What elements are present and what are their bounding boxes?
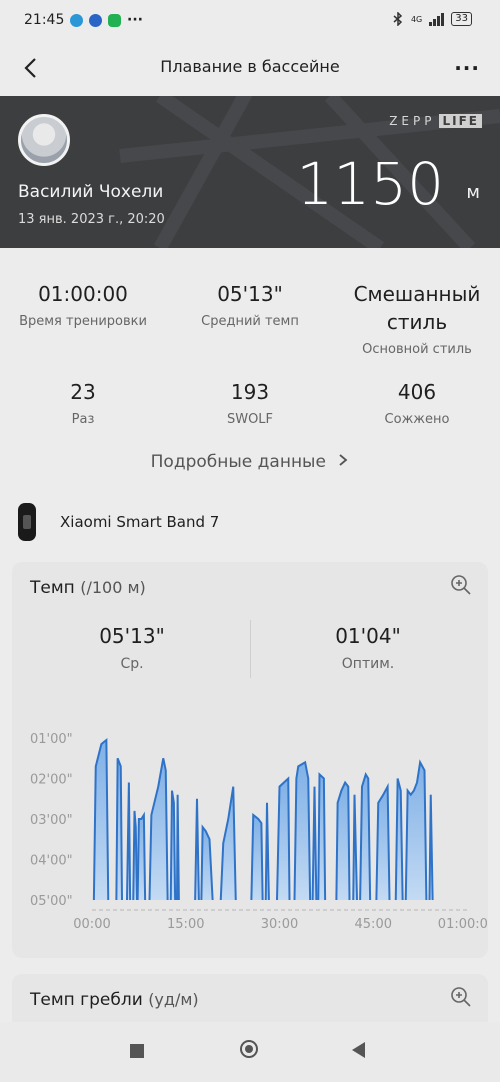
avatar[interactable] xyxy=(18,114,70,166)
smart-band-icon xyxy=(18,503,36,541)
stat-value-line1: Смешанный xyxy=(353,282,481,306)
chevron-right-icon xyxy=(339,454,348,466)
distance-value: 1150 xyxy=(296,150,444,218)
workout-header: Василий Чохели 13 янв. 2023 г., 20:20 ZE… xyxy=(0,96,500,248)
stat-duration: 01:00:00 Время тренировки xyxy=(0,282,166,329)
zoom-in-icon[interactable] xyxy=(450,986,472,1008)
distance-unit: м xyxy=(466,182,480,203)
y-tick-label: 03'00" xyxy=(30,813,73,828)
network-type: 4G xyxy=(410,14,423,24)
stat-value: 05'13" xyxy=(217,282,283,306)
stat-laps: 23 Раз xyxy=(0,380,166,427)
brand-life: LIFE xyxy=(439,114,482,128)
system-navigation-bar xyxy=(0,1022,500,1082)
stat-label: Основной стиль xyxy=(362,342,472,357)
x-tick-label: 30:00 xyxy=(261,917,298,932)
status-right: 4G 33 xyxy=(392,12,472,26)
x-tick-label: 15:00 xyxy=(167,917,204,932)
stat-value-line2: стиль xyxy=(386,310,448,334)
pace-chart: 01'00" 02'00" 03'00" 04'00" 05'00"00:00 15:00… xyxy=(30,732,488,932)
telegram-icon xyxy=(70,13,83,27)
home-button[interactable] xyxy=(240,1040,258,1058)
detailed-data-label: Подробные данные xyxy=(150,452,326,472)
page-title: Плавание в бассейне xyxy=(160,57,340,76)
more-options-button[interactable]: ··· xyxy=(454,56,480,80)
status-time: 21:45 xyxy=(24,12,65,28)
card-title-text: Темп гребли xyxy=(30,990,143,1010)
user-name: Василий Чохели xyxy=(18,182,164,202)
card-title-unit: (уд/м) xyxy=(148,990,199,1009)
chat-icon xyxy=(89,13,102,27)
detailed-data-link[interactable]: Подробные данные xyxy=(0,452,500,472)
stat-value: 193 xyxy=(230,380,270,404)
more-notifications-icon: ··· xyxy=(127,12,143,28)
x-tick-label: 00:00 xyxy=(73,917,110,932)
y-tick-label: 02'00" xyxy=(30,773,73,788)
system-back-button[interactable] xyxy=(352,1042,365,1058)
y-tick-label: 05'00" xyxy=(30,894,73,909)
workout-date: 13 янв. 2023 г., 20:20 xyxy=(18,212,165,227)
stat-calories: 406 Сожжено xyxy=(334,380,500,427)
pace-line-segment xyxy=(176,794,180,901)
status-notifications: ··· xyxy=(70,12,143,28)
stat-value: 406 xyxy=(397,380,437,404)
y-tick-label: 01'00" xyxy=(30,732,73,747)
stat-style: Смешанный стиль Основной стиль xyxy=(334,282,500,357)
stat-value: 23 xyxy=(70,380,96,404)
zepp-life-logo: ZEPP LIFE xyxy=(389,114,482,128)
x-tick-label: 45:00 xyxy=(355,917,392,932)
device-name: Xiaomi Smart Band 7 xyxy=(60,513,220,531)
stat-label: Время тренировки xyxy=(19,314,147,329)
stat-label: Средний темп xyxy=(201,314,299,329)
top-app-bar: Плавание в бассейне ··· xyxy=(0,42,500,94)
y-tick-label: 04'00" xyxy=(30,854,73,869)
stat-pace: 05'13" Средний темп xyxy=(166,282,334,329)
device-row[interactable]: Xiaomi Smart Band 7 xyxy=(18,502,219,542)
stroke-card-title: Темп гребли (уд/м) xyxy=(30,990,199,1010)
stat-label: Сожжено xyxy=(384,412,450,427)
bluetooth-icon xyxy=(393,12,403,26)
battery-icon: 33 xyxy=(451,12,472,26)
stroke-rate-card: Темп гребли (уд/м) xyxy=(12,974,488,1022)
whatsapp-icon xyxy=(108,13,121,27)
status-bar: 21:45 ··· 4G 33 xyxy=(0,0,500,42)
stat-swolf: 193 SWOLF xyxy=(166,380,334,427)
signal-icon xyxy=(429,12,445,26)
stat-label: SWOLF xyxy=(226,412,274,427)
pace-card: Темп (/100 м) 05'13" Ср. 01'04" Оптим. 0… xyxy=(12,562,488,958)
stat-value: 01:00:00 xyxy=(38,282,128,306)
recent-apps-button[interactable] xyxy=(130,1044,144,1058)
stat-label: Раз xyxy=(71,412,95,427)
brand-zepp: ZEPP xyxy=(389,114,436,128)
x-tick-label: 01:00:00 xyxy=(438,917,488,932)
